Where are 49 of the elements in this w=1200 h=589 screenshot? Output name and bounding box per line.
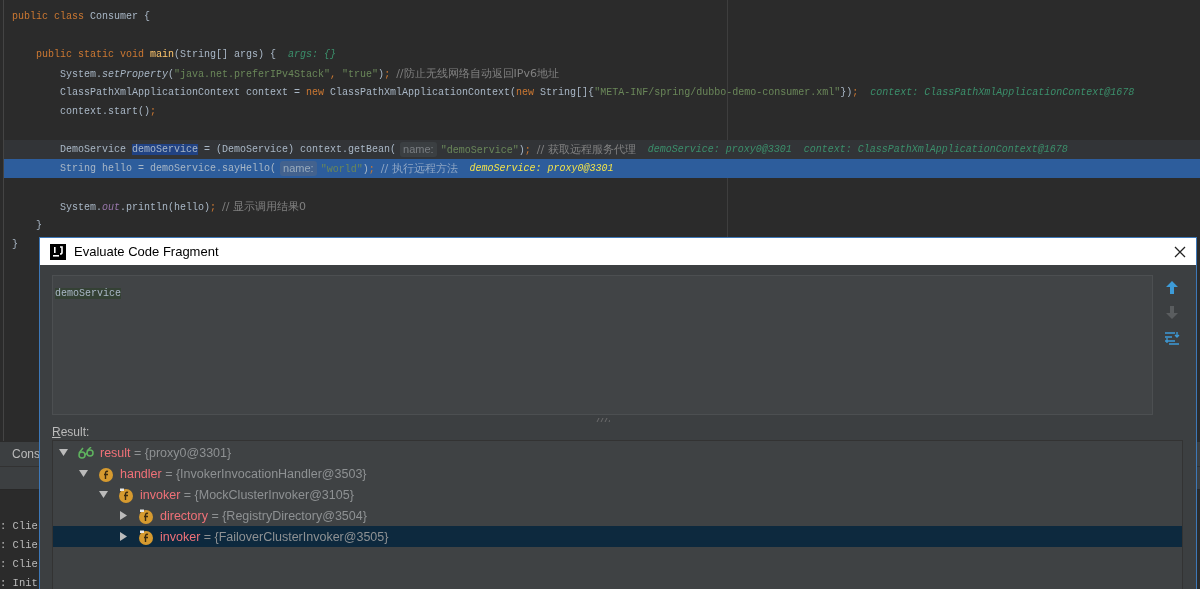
tree-row[interactable]: result = {proxy0@3301}	[53, 442, 1182, 463]
switch-mode-icon[interactable]	[1164, 331, 1180, 345]
code-text: }	[36, 219, 42, 233]
resize-handle-icon[interactable]	[595, 417, 610, 422]
result-label: Result:	[52, 424, 91, 440]
console-line: : Clie	[0, 519, 38, 534]
field-icon	[118, 486, 134, 503]
inline-value: args: {}	[288, 48, 337, 62]
expand-icon[interactable]	[119, 532, 128, 541]
node-label: invoker = {MockClusterInvoker@3105}	[140, 487, 354, 502]
code-text: public static void main(String[] args) {	[36, 48, 277, 62]
code-text: System.setProperty("java.net.preferIPv4Stack", "true"); //防止无线网络自动返回IPv6地址	[60, 65, 559, 82]
inline-value: demoService: proxy0@3301	[469, 162, 614, 176]
inline-value: context: ClassPathXmlApplicationContext@1678	[870, 86, 1135, 100]
code-text: }	[12, 238, 18, 252]
console-tab[interactable]: Cons	[0, 447, 40, 461]
dialog-title: Evaluate Code Fragment	[74, 244, 220, 259]
console-line: : Clie	[0, 538, 38, 553]
code-text: ClassPathXmlApplicationContext context = new ClassPathXmlApplicationContext(new String[]{"META-INF/spring/dubbo-demo-consumer.xml"});	[60, 86, 859, 100]
app-logo-icon	[50, 243, 66, 260]
code-text: String hello = demoService.sayHello(	[60, 162, 277, 176]
node-label: result = {proxy0@3301}	[100, 445, 232, 460]
tree-row[interactable]: handler = {InvokerInvocationHandler@3503}	[53, 463, 1182, 484]
inline-value: demoService: proxy0@3301 context: ClassPathXmlApplicationContext@1678	[647, 143, 1068, 157]
expand-icon[interactable]	[119, 511, 128, 520]
console-line: : Clie	[0, 557, 38, 572]
expression-field[interactable]: demoService	[52, 275, 1153, 415]
code-text: "demoService"); // 获取远程服务代理	[440, 141, 636, 158]
code-text: System.out.println(hello); // 显示调用结果0	[60, 198, 306, 215]
close-icon[interactable]	[1174, 245, 1186, 258]
field-icon	[138, 507, 154, 524]
collapse-icon[interactable]	[79, 469, 88, 478]
arrow-up-icon[interactable]	[1166, 281, 1178, 294]
tree-row[interactable]: invoker = {FailoverClusterInvoker@3505}	[53, 526, 1182, 547]
console-line: : Init	[0, 576, 38, 589]
field-icon	[138, 528, 154, 545]
code-text: DemoService demoService = (DemoService) context.getBean(	[60, 143, 397, 157]
code-text: context.start();	[60, 105, 157, 119]
node-label: directory = {RegistryDirectory@3504}	[160, 508, 367, 523]
code-text: public class Consumer {	[12, 10, 151, 24]
collapse-icon[interactable]	[59, 448, 68, 457]
tree-row[interactable]: invoker = {MockClusterInvoker@3105}	[53, 484, 1182, 505]
node-label: handler = {InvokerInvocationHandler@3503}	[120, 466, 367, 481]
parameter-hint: name:	[280, 161, 317, 176]
tree-row[interactable]: directory = {RegistryDirectory@3504}	[53, 505, 1182, 526]
field-icon	[98, 465, 114, 482]
parameter-hint: name:	[400, 142, 437, 157]
code-text: "world"); // 执行远程方法	[320, 160, 458, 177]
node-label: invoker = {FailoverClusterInvoker@3505}	[160, 529, 389, 544]
